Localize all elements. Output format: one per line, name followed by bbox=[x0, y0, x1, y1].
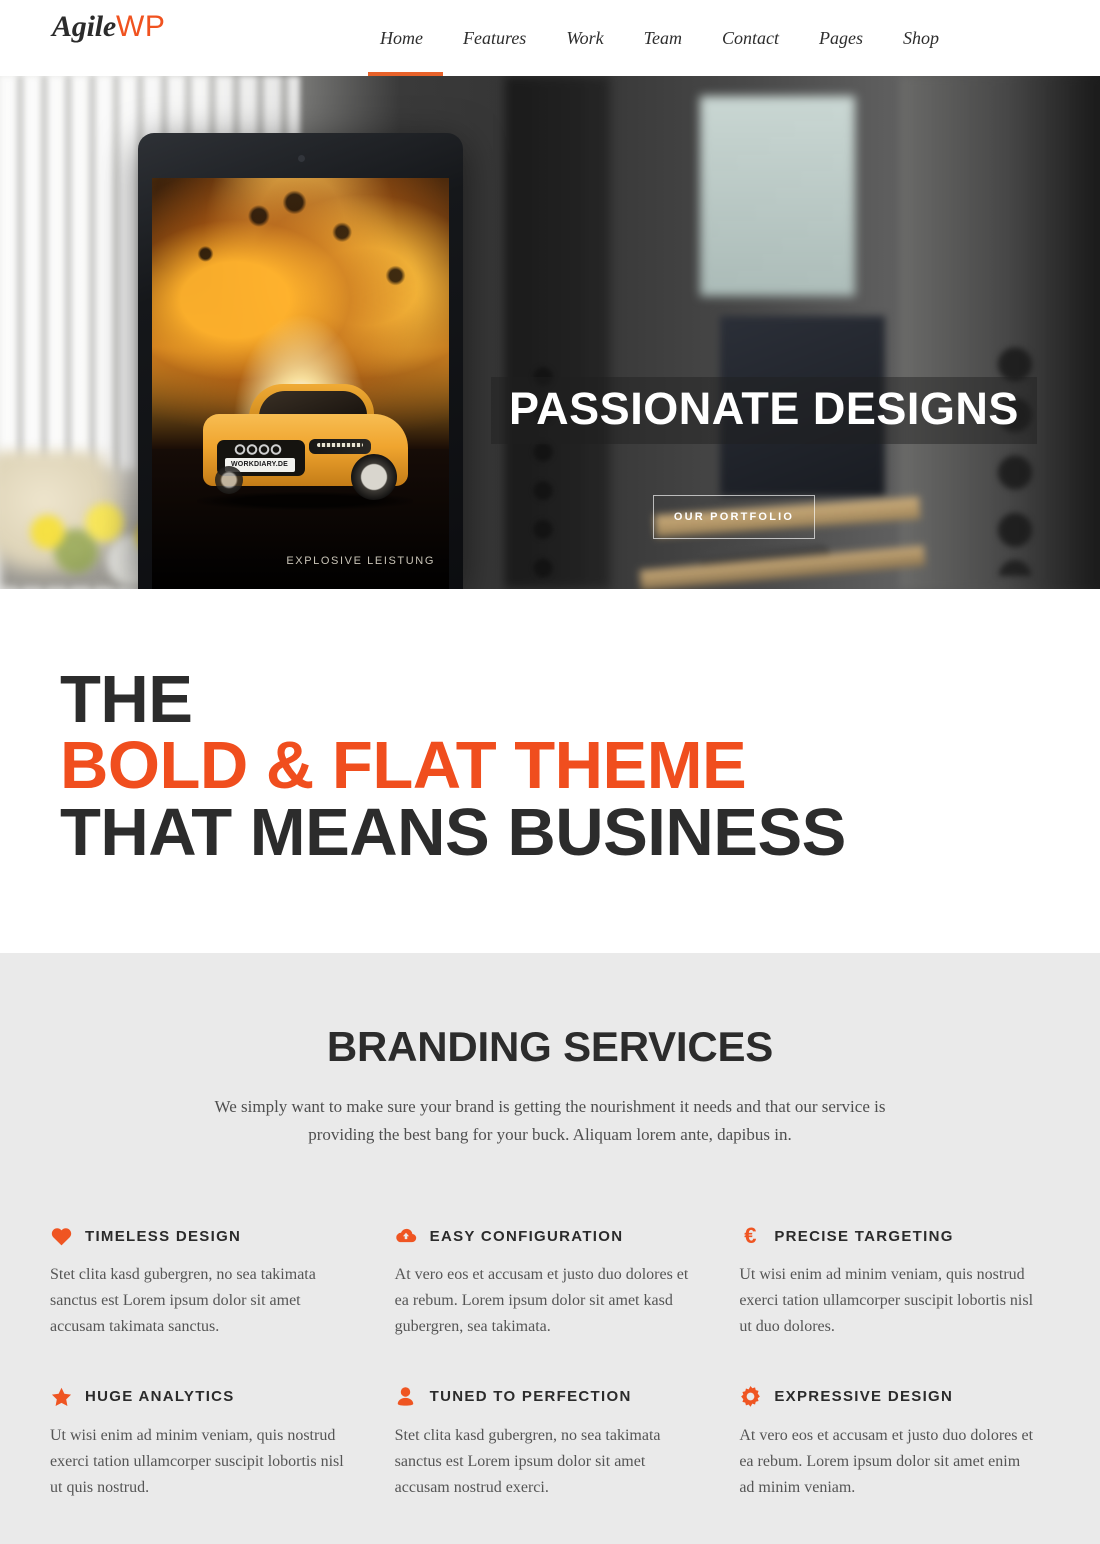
nav-item-work[interactable]: Work bbox=[546, 0, 623, 76]
nav-item-home[interactable]: Home bbox=[368, 0, 443, 76]
gear-icon bbox=[739, 1386, 761, 1408]
euro-icon: € bbox=[744, 1223, 757, 1249]
service-item-title: TUNED TO PERFECTION bbox=[429, 1388, 632, 1406]
service-item-header: EASY CONFIGURATION bbox=[395, 1225, 690, 1247]
tablet-screen-caption: EXPLOSIVE LEISTUNG bbox=[286, 555, 435, 567]
service-item-title: EXPRESSIVE DESIGN bbox=[774, 1388, 954, 1406]
user-icon bbox=[395, 1386, 417, 1408]
branding-services-section: BRANDING SERVICES We simply want to make… bbox=[0, 953, 1100, 1544]
service-item-title: EASY CONFIGURATION bbox=[429, 1227, 624, 1245]
our-portfolio-button[interactable]: OUR PORTFOLIO bbox=[653, 495, 815, 539]
cloud-upload-icon bbox=[395, 1225, 417, 1247]
tablet-device-mockup: WORKDIARY.DE EXPLOSIVE LEISTUNG bbox=[138, 133, 463, 589]
service-item: EASY CONFIGURATION At vero eos et accusa… bbox=[395, 1225, 706, 1340]
service-item-header: HUGE ANALYTICS bbox=[50, 1386, 345, 1408]
intro-line-3: THAT MEANS BUSINESS bbox=[60, 794, 846, 870]
service-item: EXPRESSIVE DESIGN At vero eos et accusam… bbox=[739, 1386, 1050, 1501]
service-item-header: € PRECISE TARGETING bbox=[739, 1225, 1034, 1247]
hero-bg-pillar bbox=[505, 76, 610, 589]
nav-item-contact[interactable]: Contact bbox=[702, 0, 799, 76]
services-description: We simply want to make sure your brand i… bbox=[214, 1097, 886, 1145]
service-item-header: TIMELESS DESIGN bbox=[50, 1225, 345, 1247]
service-item: € PRECISE TARGETING Ut wisi enim ad mini… bbox=[739, 1225, 1050, 1340]
service-item-header: EXPRESSIVE DESIGN bbox=[739, 1386, 1034, 1408]
star-icon bbox=[50, 1386, 72, 1408]
hero-bg-mirror bbox=[700, 96, 855, 296]
service-item: HUGE ANALYTICS Ut wisi enim ad minim ven… bbox=[50, 1386, 361, 1501]
service-item-body: Stet clita kasd gubergren, no sea takima… bbox=[394, 1426, 661, 1496]
car-rear-wheel bbox=[214, 465, 243, 494]
heart-icon bbox=[50, 1225, 72, 1247]
service-item: TUNED TO PERFECTION Stet clita kasd gube… bbox=[395, 1386, 706, 1501]
intro-line-1: THE bbox=[60, 662, 193, 737]
intro-section: THE BOLD & FLAT THEME THAT MEANS BUSINES… bbox=[0, 589, 1100, 953]
hero-banner: WORKDIARY.DE EXPLOSIVE LEISTUNG PASSIONA… bbox=[0, 76, 1100, 589]
nav-item-team[interactable]: Team bbox=[624, 0, 702, 76]
car-led-strip bbox=[316, 442, 363, 447]
nav-item-pages[interactable]: Pages bbox=[799, 0, 883, 76]
service-item-body: Stet clita kasd gubergren, no sea takima… bbox=[50, 1266, 316, 1335]
service-item-body: At vero eos et accusam et justo duo dolo… bbox=[394, 1266, 689, 1335]
tablet-camera-icon bbox=[297, 155, 305, 162]
service-item: TIMELESS DESIGN Stet clita kasd gubergre… bbox=[50, 1225, 361, 1340]
intro-line-2: BOLD & FLAT THEME bbox=[60, 728, 747, 804]
car-badge-icon bbox=[232, 443, 285, 455]
hero-headline: PASSIONATE DESIGNS bbox=[491, 377, 1037, 444]
intro-headline: THE BOLD & FLAT THEME THAT MEANS BUSINES… bbox=[60, 662, 1100, 870]
logo-text-primary: Agile bbox=[52, 10, 116, 43]
service-item-body: Ut wisi enim ad minim veniam, quis nostr… bbox=[50, 1426, 344, 1496]
service-item-title: PRECISE TARGETING bbox=[774, 1227, 954, 1245]
nav-item-features[interactable]: Features bbox=[443, 0, 546, 76]
service-item-body: Ut wisi enim ad minim veniam, quis nostr… bbox=[739, 1266, 1034, 1335]
services-heading: BRANDING SERVICES bbox=[326, 1023, 774, 1070]
service-item-body: At vero eos et accusam et justo duo dolo… bbox=[739, 1426, 1034, 1496]
site-header: AgileWP Home Features Work Team Contact … bbox=[0, 0, 1100, 76]
logo-text-secondary: WP bbox=[116, 10, 166, 43]
tablet-screen: WORKDIARY.DE EXPLOSIVE LEISTUNG bbox=[152, 178, 449, 589]
car-front-wheel bbox=[350, 453, 397, 500]
service-item-title: TIMELESS DESIGN bbox=[85, 1227, 242, 1245]
sports-car-graphic: WORKDIARY.DE bbox=[191, 383, 419, 514]
services-grid: TIMELESS DESIGN Stet clita kasd gubergre… bbox=[50, 1225, 1050, 1500]
service-item-header: TUNED TO PERFECTION bbox=[395, 1386, 690, 1408]
nav-item-shop[interactable]: Shop bbox=[883, 0, 959, 76]
site-logo[interactable]: AgileWP bbox=[52, 12, 165, 42]
main-navigation: Home Features Work Team Contact Pages Sh… bbox=[368, 0, 959, 76]
service-item-title: HUGE ANALYTICS bbox=[85, 1388, 235, 1406]
